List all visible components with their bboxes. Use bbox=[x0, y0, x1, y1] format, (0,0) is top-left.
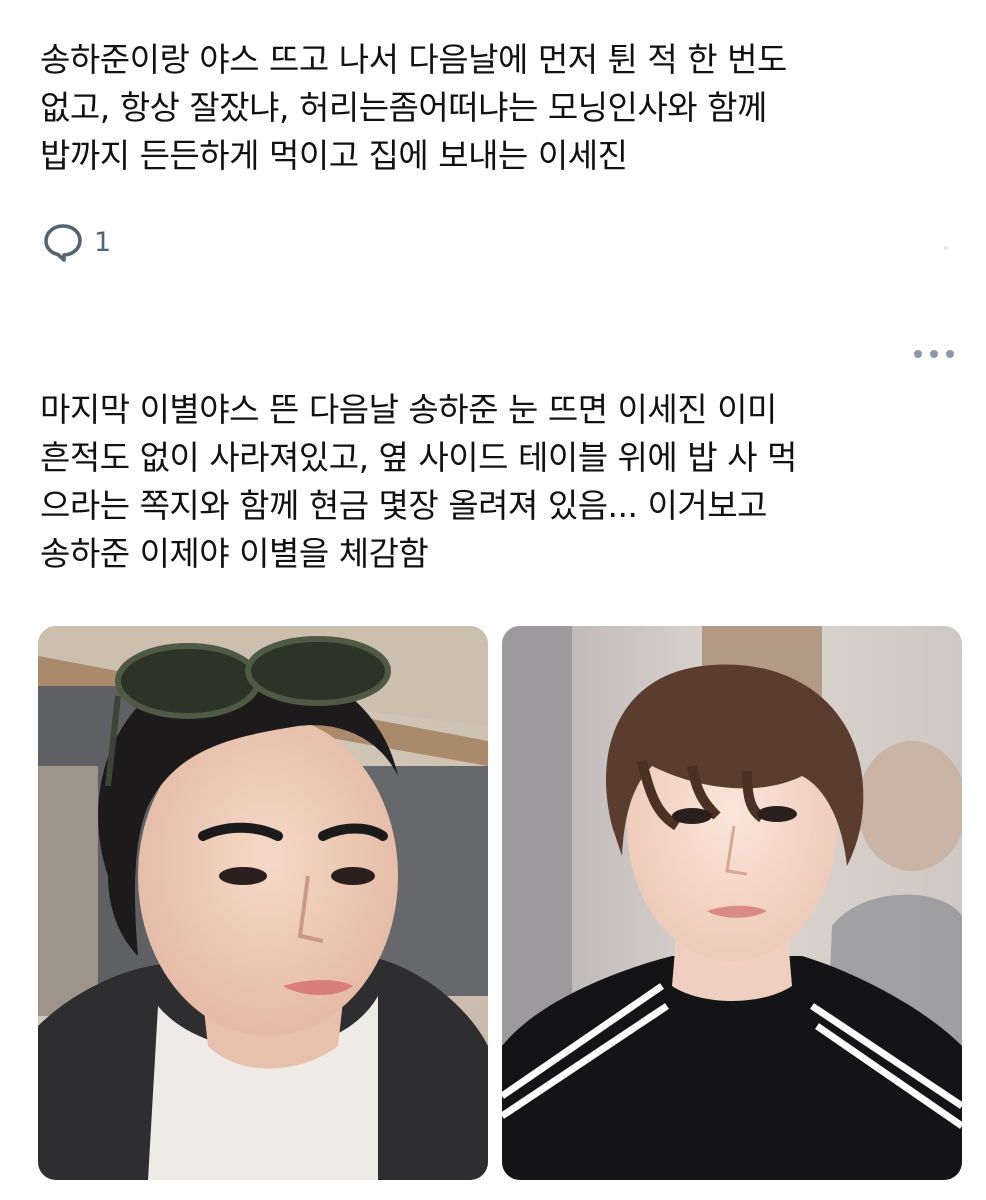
selfie-photo-image bbox=[38, 626, 488, 1180]
post-text: 마지막 이별야스 뜬 다음날 송하준 눈 뜨면 이세진 이미 흔적도 없이 사라… bbox=[40, 390, 797, 573]
separator-dot bbox=[944, 246, 948, 250]
more-dot bbox=[930, 350, 938, 358]
reply-button[interactable]: 1 bbox=[42, 220, 111, 264]
reply-count: 1 bbox=[94, 226, 112, 258]
more-dot bbox=[946, 350, 954, 358]
post-text: 송하준이랑 야스 뜨고 나서 다음날에 먼저 튄 적 한 번도 없고, 항상 잘… bbox=[40, 40, 787, 175]
portrait-photo[interactable] bbox=[502, 626, 962, 1180]
portrait-photo-image bbox=[502, 626, 962, 1180]
more-options-button[interactable] bbox=[914, 342, 954, 366]
speech-bubble-icon bbox=[42, 220, 86, 264]
selfie-photo[interactable] bbox=[38, 626, 488, 1180]
more-dot bbox=[914, 350, 922, 358]
